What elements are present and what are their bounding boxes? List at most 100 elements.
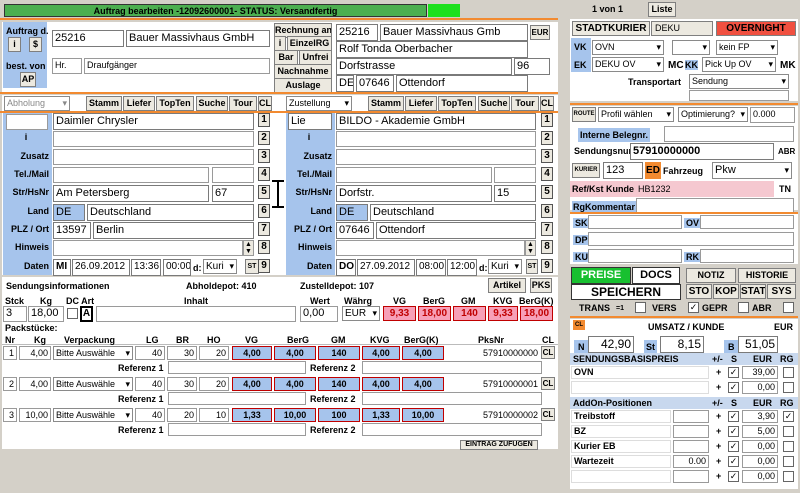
ek-select[interactable]: DEKU OV <box>592 57 664 72</box>
route-value-field[interactable]: 0.000 <box>750 107 795 123</box>
delivery-date-field[interactable]: 27.09.2012 <box>357 259 415 276</box>
delivery-tour-button[interactable]: Tour <box>511 96 539 111</box>
pkg-ref1-field[interactable] <box>168 361 306 374</box>
refkst-field[interactable]: HB1232 <box>636 182 770 196</box>
pkg-ho[interactable]: 20 <box>199 346 229 360</box>
pks-button[interactable]: PKS <box>530 278 552 293</box>
price-s-checkbox[interactable]: ✓ <box>728 367 739 378</box>
price-eur-field[interactable]: 3,90 <box>742 410 778 423</box>
pkg-vg[interactable]: 4,00 <box>232 377 272 391</box>
pickup-row-7-button[interactable]: 7 <box>258 222 270 236</box>
delivery-time-from-field[interactable]: 08:00 <box>416 259 446 276</box>
bill-city-field[interactable]: Ottendorf <box>396 75 528 92</box>
rk-field[interactable] <box>700 249 794 263</box>
delivery-row-2-button[interactable]: 2 <box>541 131 553 145</box>
kurier-field[interactable]: 123 <box>603 162 643 179</box>
kein-fp-select[interactable]: kein FP <box>716 40 778 55</box>
price-rg-checkbox[interactable] <box>783 382 794 393</box>
price-extra-field[interactable] <box>673 425 709 438</box>
bar-button[interactable]: Bar <box>274 50 298 65</box>
pickup-liefer-button[interactable]: Liefer <box>123 96 155 111</box>
pickup-mail-field[interactable] <box>212 167 254 183</box>
pkg-kg[interactable]: 4,00 <box>19 346 51 360</box>
pkg-verpackung-select[interactable]: Bitte Auswähle <box>53 408 133 422</box>
price-s-checkbox[interactable]: ✓ <box>728 411 739 422</box>
delivery-mode-select[interactable]: Zustellung <box>286 96 352 111</box>
price-name-field[interactable]: Treibstoff <box>571 410 671 423</box>
kurier-button[interactable]: KURIER <box>572 163 600 178</box>
historie-button[interactable]: HISTORIE <box>738 268 796 283</box>
price-eur-field[interactable]: 5,00 <box>742 425 778 438</box>
einzelrg-button[interactable]: EinzelRG <box>287 36 332 51</box>
price-plus-minus[interactable]: + <box>716 411 721 421</box>
salutation-field[interactable]: Hr. <box>52 58 82 74</box>
gepr-checkbox[interactable]: ✓ <box>688 302 699 313</box>
profil-select[interactable]: Profil wählen <box>598 107 674 122</box>
pickup-country-field[interactable]: Deutschland <box>87 204 254 221</box>
transportart-select[interactable]: Sendung <box>689 74 789 89</box>
pickup-zip-field[interactable]: 13597 <box>53 222 91 239</box>
pkg-ref2-field[interactable] <box>362 361 542 374</box>
pickup-row-1-button[interactable]: 1 <box>258 113 270 127</box>
pkg-vg[interactable]: 1,33 <box>232 408 272 422</box>
delivery-city-field[interactable]: Ottendorf <box>376 222 536 239</box>
pkg-lg[interactable]: 40 <box>135 346 165 360</box>
bill-contact-field[interactable]: Rolf Tonda Oberbacher <box>336 41 528 58</box>
price-name-field[interactable]: OVN <box>571 366 709 379</box>
add-entry-button[interactable]: EINTRAG ZUFÜGEN <box>460 440 538 450</box>
pickup-suche-button[interactable]: Suche <box>196 96 228 111</box>
pkg-verpackung-select[interactable]: Bitte Auswähle <box>53 377 133 391</box>
delivery-country-field[interactable]: Deutschland <box>370 204 536 221</box>
pkg-kg[interactable]: 4,00 <box>19 377 51 391</box>
trans-checkbox[interactable] <box>635 302 646 313</box>
dp-field[interactable] <box>588 232 794 246</box>
overnight-button[interactable]: OVERNIGHT <box>716 21 796 36</box>
price-s-checkbox[interactable]: ✓ <box>728 471 739 482</box>
pkg-ref1-field[interactable] <box>168 423 306 436</box>
optimierung-select[interactable]: Optimierung? <box>678 107 748 122</box>
delivery-hinweis-field[interactable] <box>336 240 525 256</box>
delivery-zusatz-field[interactable] <box>336 149 536 165</box>
summary-waehrung-select[interactable]: EUR <box>342 306 380 321</box>
price-s-checkbox[interactable]: ✓ <box>728 382 739 393</box>
price-s-checkbox[interactable]: ✓ <box>728 441 739 452</box>
pkg-nr[interactable]: 3 <box>3 408 17 422</box>
pkg-cl-button[interactable]: CL <box>541 346 555 359</box>
delivery-liefer-button[interactable]: Liefer <box>405 96 437 111</box>
pickup-info-field[interactable] <box>53 131 254 147</box>
auslage-button[interactable]: Auslage <box>274 78 332 93</box>
rechnung-info-button[interactable]: i <box>274 36 286 51</box>
pickup-tour-button[interactable]: Tour <box>229 96 257 111</box>
price-rg-checkbox[interactable] <box>783 441 794 452</box>
tab-preise[interactable]: PREISE <box>571 267 631 284</box>
summary-dc-checkbox[interactable] <box>67 308 78 319</box>
kop-button[interactable]: KOP <box>713 284 739 299</box>
speichern-button[interactable]: SPEICHERN <box>571 284 681 300</box>
pickup-time-to-field[interactable]: 00:00 <box>163 259 191 276</box>
pickup-country-code-field[interactable]: DE <box>53 204 85 221</box>
delivery-salutation-field[interactable]: Lie <box>288 113 332 130</box>
pickup-hinweis-field[interactable] <box>53 240 243 256</box>
pickup-tel-field[interactable] <box>53 167 209 183</box>
ed-badge[interactable]: ED <box>645 162 661 179</box>
pkg-vg[interactable]: 4,00 <box>232 346 272 360</box>
info-button[interactable]: i <box>8 37 21 52</box>
summary-kg-field[interactable]: 18,00 <box>28 306 64 322</box>
pickup-ov-select[interactable]: Pick Up OV <box>702 57 776 72</box>
vk-sub-select[interactable] <box>672 40 710 55</box>
delivery-suche-button[interactable]: Suche <box>478 96 510 111</box>
pkg-nr[interactable]: 1 <box>3 346 17 360</box>
unfrei-button[interactable]: Unfrei <box>299 50 332 65</box>
pickup-row-2-button[interactable]: 2 <box>258 131 270 145</box>
bill-street-field[interactable]: Dorfstrasse <box>336 58 512 75</box>
bill-number-field[interactable]: 25216 <box>336 24 378 41</box>
delivery-row-6-button[interactable]: 6 <box>541 204 553 218</box>
interne-belegnr-field[interactable] <box>664 126 794 142</box>
pkg-gm[interactable]: 100 <box>318 408 360 422</box>
price-s-checkbox[interactable]: ✓ <box>728 456 739 467</box>
stat-button[interactable]: STAT <box>740 284 766 299</box>
pickup-row-3-button[interactable]: 3 <box>258 149 270 163</box>
price-extra-field[interactable] <box>673 410 709 423</box>
price-eur-field[interactable]: 39,00 <box>742 366 778 379</box>
summary-wert-field[interactable]: 0,00 <box>300 306 338 322</box>
